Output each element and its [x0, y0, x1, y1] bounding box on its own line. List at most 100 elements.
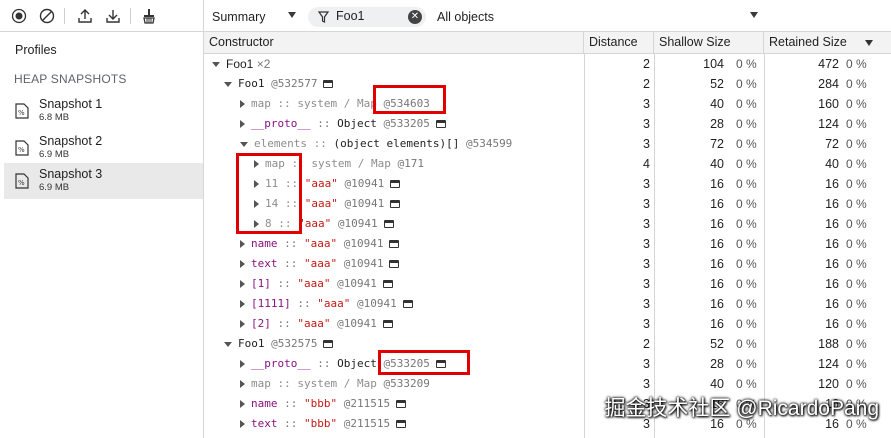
constructor-text: "bbb": [304, 417, 338, 430]
download-icon[interactable]: [103, 6, 123, 26]
constructor-text: @10941: [337, 177, 385, 190]
constructor-text: @10941: [330, 317, 377, 330]
retained-size-cell: 40: [825, 157, 839, 171]
class-filter-input[interactable]: Foo1 ✕: [308, 7, 426, 27]
table-row[interactable]: [1] :: "aaa" @10941 3 16 0 % 16 0 %: [204, 274, 891, 294]
constructor-text: ::: [277, 417, 304, 430]
reveal-object-icon[interactable]: [383, 220, 394, 228]
retained-percent-cell: 0 %: [846, 217, 867, 231]
clear-filter-icon[interactable]: ✕: [408, 10, 422, 24]
collapsed-triangle-icon[interactable]: [240, 380, 245, 388]
collect-garbage-icon[interactable]: [139, 6, 159, 26]
column-distance[interactable]: Distance: [584, 32, 654, 53]
retained-size-cell: 284: [818, 77, 839, 91]
shallow-percent-cell: 0 %: [736, 177, 757, 191]
column-shallow-size[interactable]: Shallow Size: [654, 32, 764, 53]
filter-icon: [318, 11, 329, 23]
table-row[interactable]: Foo1 @532575 2 52 0 % 188 0 %: [204, 334, 891, 354]
table-row[interactable]: Foo1 @532577 2 52 0 % 284 0 %: [204, 74, 891, 94]
reveal-object-icon[interactable]: [390, 200, 401, 208]
table-row[interactable]: map :: system / Map @533209 3 40 0 % 120 0 %: [204, 374, 891, 394]
retained-percent-cell: 0 %: [846, 157, 867, 171]
distance-cell: 3: [643, 197, 650, 211]
upload-icon[interactable]: [75, 6, 95, 26]
chevron-down-icon[interactable]: [750, 12, 758, 18]
snapshot-item[interactable]: % Snapshot 1 6.8 MB: [4, 93, 203, 129]
collapsed-triangle-icon[interactable]: [240, 100, 245, 108]
record-icon[interactable]: [9, 6, 29, 26]
reveal-object-icon[interactable]: [396, 420, 407, 428]
constructor-text: __proto__: [251, 357, 311, 370]
snapshot-item[interactable]: % Snapshot 2 6.9 MB: [4, 130, 203, 166]
shallow-size-cell: 16: [710, 297, 724, 311]
constructor-text: "aaa": [297, 277, 331, 290]
collapsed-triangle-icon[interactable]: [240, 280, 245, 288]
collapsed-triangle-icon[interactable]: [240, 260, 245, 268]
constructor-text: [1]: [251, 277, 271, 290]
reveal-object-icon[interactable]: [396, 400, 407, 408]
shallow-percent-cell: 0 %: [736, 357, 757, 371]
table-row[interactable]: map :: system / Map @534603 3 40 0 % 160 0 %: [204, 94, 891, 114]
retained-size-cell: 188: [818, 337, 839, 351]
shallow-size-cell: 16: [710, 217, 724, 231]
watermark: 掘金技术社区 @RicardoPang: [604, 397, 879, 420]
retained-percent-cell: 0 %: [846, 317, 867, 331]
retained-size-cell: 124: [818, 357, 839, 371]
clear-icon[interactable]: [37, 6, 57, 26]
snapshot-item-selected[interactable]: % Snapshot 3 6.9 MB: [4, 163, 203, 199]
reveal-object-icon[interactable]: [389, 240, 400, 248]
table-row[interactable]: __proto__ :: Object @533205 3 28 0 % 124 0 %: [204, 114, 891, 134]
table-row[interactable]: __proto__ :: Object @533205 3 28 0 % 124 0 %: [204, 354, 891, 374]
collapsed-triangle-icon[interactable]: [240, 400, 245, 408]
collapsed-triangle-icon[interactable]: [240, 320, 245, 328]
collapsed-triangle-icon[interactable]: [240, 240, 245, 248]
table-row[interactable]: text :: "aaa" @10941 3 16 0 % 16 0 %: [204, 254, 891, 274]
shallow-size-cell: 104: [703, 57, 724, 71]
reveal-object-icon[interactable]: [402, 300, 413, 308]
retained-size-cell: 124: [818, 117, 839, 131]
column-constructor[interactable]: Constructor: [204, 32, 584, 53]
collapsed-triangle-icon[interactable]: [240, 300, 245, 308]
table-row[interactable]: elements :: (object elements)[] @534599 3…: [204, 134, 891, 154]
table-row[interactable]: Foo1 ×2 2 104 0 % 472 0 %: [204, 54, 891, 74]
table-row[interactable]: map :: system / Map @171 4 40 0 % 40 0 %: [204, 154, 891, 174]
table-row[interactable]: 14 :: "aaa" @10941 3 16 0 % 16 0 %: [204, 194, 891, 214]
constructor-text: @10941: [350, 297, 397, 310]
expanded-triangle-icon[interactable]: [240, 141, 248, 147]
expanded-triangle-icon[interactable]: [212, 62, 220, 68]
chevron-down-icon[interactable]: [288, 12, 296, 18]
reveal-object-icon[interactable]: [390, 180, 401, 188]
collapsed-triangle-icon[interactable]: [240, 360, 245, 368]
profiles-sidebar: Profiles HEAP SNAPSHOTS % Snapshot 1 6.8…: [0, 32, 204, 438]
reveal-object-icon[interactable]: [323, 80, 334, 88]
objects-select[interactable]: All objects: [437, 7, 494, 27]
reveal-object-icon[interactable]: [435, 120, 446, 128]
constructor-text: @10941: [337, 237, 384, 250]
table-row[interactable]: 8 :: "aaa" @10941 3 16 0 % 16 0 %: [204, 214, 891, 234]
view-select[interactable]: Summary: [212, 7, 265, 27]
constructor-text: "aaa": [297, 317, 331, 330]
table-row[interactable]: name :: "aaa" @10941 3 16 0 % 16 0 %: [204, 234, 891, 254]
collapsed-triangle-icon[interactable]: [240, 420, 245, 428]
distance-cell: 3: [643, 217, 650, 231]
reveal-object-icon[interactable]: [323, 340, 334, 348]
reveal-object-icon[interactable]: [382, 320, 393, 328]
retained-percent-cell: 0 %: [846, 337, 867, 351]
collapsed-triangle-icon[interactable]: [240, 120, 245, 128]
reveal-object-icon[interactable]: [389, 260, 400, 268]
table-row[interactable]: [1111] :: "aaa" @10941 3 16 0 % 16 0 %: [204, 294, 891, 314]
reveal-object-icon[interactable]: [382, 280, 393, 288]
table-row[interactable]: [2] :: "aaa" @10941 3 16 0 % 16 0 %: [204, 314, 891, 334]
constructor-text: @211515: [337, 417, 391, 430]
expanded-triangle-icon[interactable]: [224, 341, 232, 347]
retained-percent-cell: 0 %: [846, 57, 867, 71]
constructor-text: @10941: [337, 257, 384, 270]
table-row[interactable]: 11 :: "aaa" @10941 3 16 0 % 16 0 %: [204, 174, 891, 194]
constructor-text: "aaa": [304, 197, 338, 210]
expanded-triangle-icon[interactable]: [224, 81, 232, 87]
distance-cell: 3: [643, 317, 650, 331]
filter-value: Foo1: [336, 9, 365, 23]
constructor-text: Foo1: [238, 77, 265, 90]
shallow-percent-cell: 0 %: [736, 337, 757, 351]
column-retained-size[interactable]: Retained Size: [764, 32, 891, 53]
